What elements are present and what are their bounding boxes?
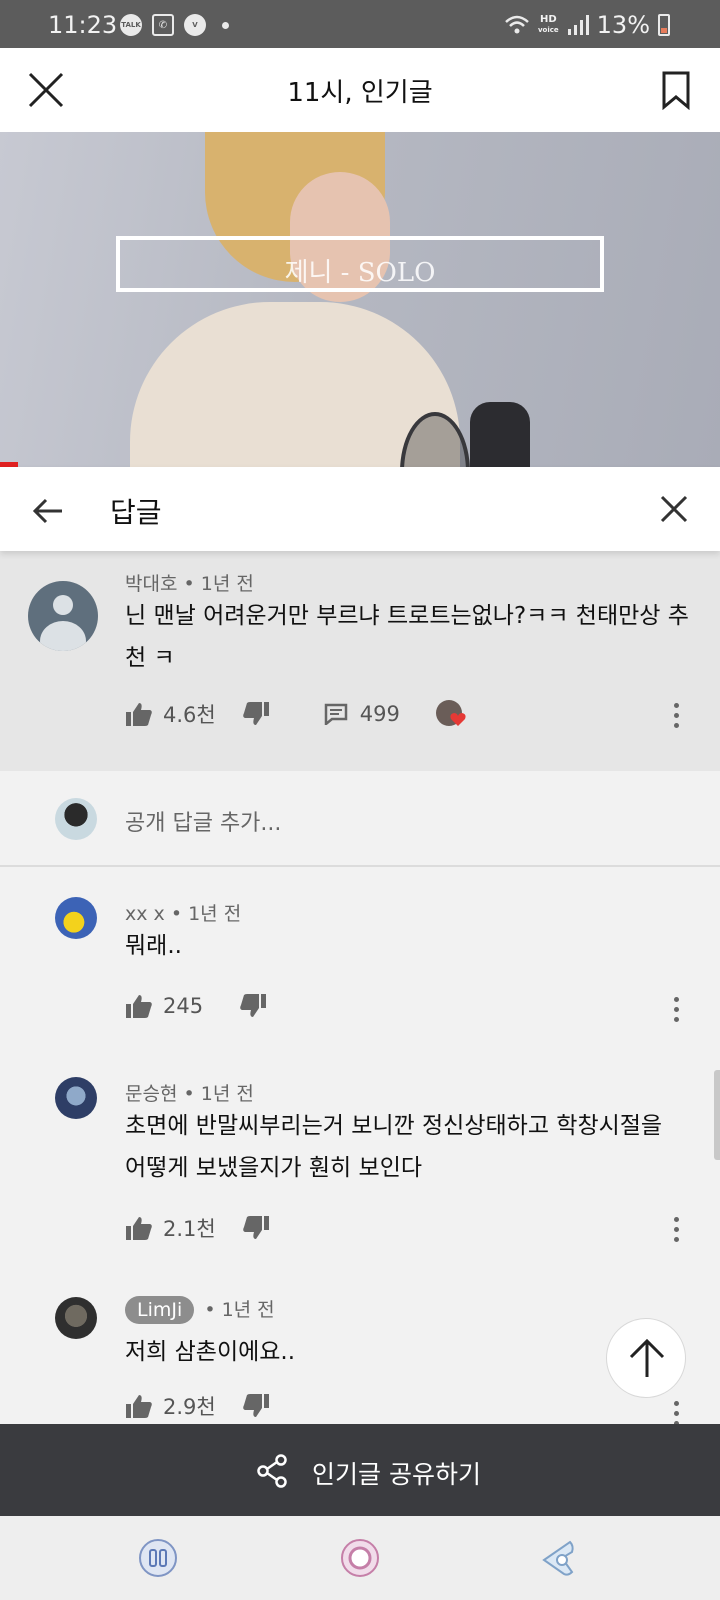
like-icon[interactable] [125,993,153,1019]
meta-separator: • [170,903,183,925]
status-bar: 11:23 TALK ✆ V HD voice 13% [0,0,720,48]
back-arrow-icon[interactable] [30,493,66,529]
share-bar[interactable]: 인기글 공유하기 [0,1424,720,1516]
recent-apps-icon[interactable] [138,1538,178,1578]
dislike-icon[interactable] [242,1215,270,1241]
app-header: 11시, 인기글 [0,48,720,132]
network-sub-label: voice [537,26,559,34]
notification-icons: TALK ✆ V [120,14,229,36]
meta-separator: • [183,573,195,595]
reply-item: 문승현 • 1년 전 초면에 반말씨부리는거 보니깐 정신상태하고 학창시절을 … [0,1057,720,1277]
avatar[interactable] [55,1297,97,1339]
comment-meta: xx x • 1년 전 [125,899,241,926]
more-options-icon[interactable] [672,703,680,728]
reply-count[interactable]: 499 [360,702,400,726]
microphone [470,402,530,467]
page-title: 11시, 인기글 [287,78,433,108]
comment-time: 1년 전 [221,1299,275,1321]
comment-author[interactable]: xx x [125,903,165,925]
comment-bubble-icon[interactable] [324,703,348,725]
like-count: 2.9천 [163,1395,216,1419]
scroll-handle[interactable] [714,1070,720,1160]
meta-separator: • [183,1083,195,1105]
comment-actions: 245 [125,993,267,1019]
vpn-icon: V [184,14,206,36]
like-icon[interactable] [125,1215,153,1241]
close-icon[interactable] [658,493,690,525]
replies-panel-title: 답글 [110,496,162,529]
comment-time: 1년 전 [200,573,254,595]
comment-text: 초면에 반말씨부리는거 보니깐 정신상태하고 학창시절을 어떻게 보냈을지가 훤… [125,1113,663,1181]
more-options-icon[interactable] [672,1217,680,1242]
comment-time: 1년 전 [200,1083,254,1105]
heart-icon [450,713,466,726]
system-navigation-bar [0,1516,720,1600]
signal-icon [567,15,589,35]
main-comment: 박대호 • 1년 전 닌 맨날 어려운거만 부르냐 트로트는없나?ㅋㅋ 천태만상… [0,551,720,771]
video-title-overlay: 제니 - SOLO [116,236,604,292]
bookmark-icon[interactable] [660,70,692,110]
status-right: HD voice 13% [504,11,670,39]
comment-actions: 2.9천 [125,1391,270,1421]
comment-text: 뭐래.. [125,933,182,959]
video-player[interactable]: 제니 - SOLO [0,132,720,467]
comment-author[interactable]: 문승현 [125,1083,177,1105]
missed-call-icon: ✆ [152,14,174,36]
user-avatar [55,798,97,840]
comment-meta: 문승현 • 1년 전 [125,1079,254,1106]
avatar[interactable] [55,897,97,939]
home-icon[interactable] [340,1538,380,1578]
comment-actions: 2.1천 [125,1213,270,1243]
hd-voice-icon: HD voice [538,15,559,35]
back-icon[interactable] [540,1538,580,1578]
share-label: 인기글 공유하기 [312,1460,481,1489]
more-options-icon[interactable] [672,1401,680,1424]
like-count: 2.1천 [163,1217,216,1241]
network-label: HD [539,14,557,25]
status-time: 11:23 [48,11,118,39]
comment-text: 닌 맨날 어려운거만 부르냐 트로트는없나?ㅋㅋ 천태만상 추천 ㅋ [125,603,689,671]
reply-item: xx x • 1년 전 뭐래.. 245 [0,867,720,1057]
more-notifications-dot [222,21,229,29]
battery-icon [658,14,670,36]
like-icon[interactable] [125,701,153,727]
dislike-icon[interactable] [242,701,270,727]
replies-panel-header: 답글 [0,467,720,551]
video-overlay-text: 제니 - SOLO [284,258,436,288]
more-options-icon[interactable] [672,997,680,1022]
talk-icon: TALK [120,14,142,36]
like-count: 4.6천 [163,703,216,727]
dislike-icon[interactable] [242,1393,270,1419]
add-reply-row[interactable]: 공개 답글 추가... [0,771,720,867]
share-icon [257,1454,287,1488]
wifi-icon [505,15,529,34]
avatar[interactable] [55,1077,97,1119]
comment-time: 1년 전 [188,903,242,925]
creator-chip-author[interactable]: LimJi [125,1296,195,1324]
comment-text: 저희 삼촌이에요.. [125,1339,296,1365]
arrow-up-icon [629,1338,665,1377]
comment-author[interactable]: 박대호 [125,573,177,595]
like-count: 245 [163,994,204,1018]
battery-percent: 13% [596,11,650,39]
comment-actions: 4.6천 499 [125,699,466,729]
like-icon[interactable] [125,1393,153,1419]
add-reply-input[interactable]: 공개 답글 추가... [125,805,281,837]
creator-heart [435,700,466,728]
avatar[interactable] [28,581,98,651]
comment-meta: LimJi • 1년 전 [125,1295,275,1324]
comment-meta: 박대호 • 1년 전 [125,569,254,596]
scroll-to-top-button[interactable] [606,1318,686,1398]
meta-separator: • [204,1299,216,1321]
dislike-icon[interactable] [239,993,267,1019]
